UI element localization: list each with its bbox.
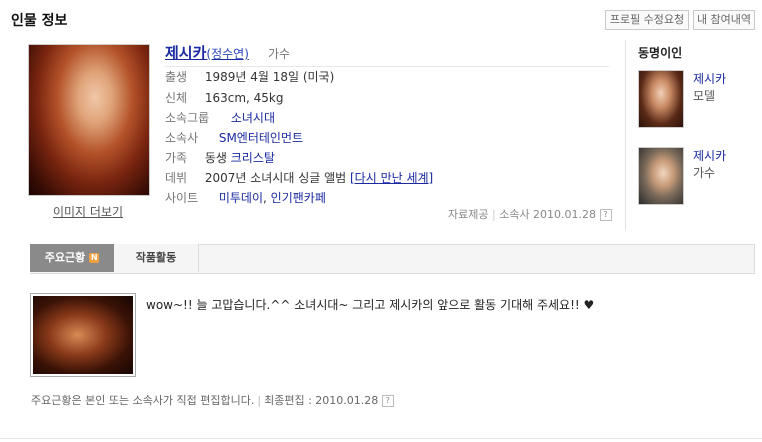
body-label: 신체: [165, 91, 188, 105]
person-name-link[interactable]: 제시카(정수연): [165, 42, 249, 63]
help-icon[interactable]: ?: [599, 209, 612, 221]
tab-works[interactable]: 작품활동: [114, 244, 199, 272]
debut-label: 데뷔: [165, 171, 188, 185]
real-name: (정수연): [206, 47, 249, 61]
edit-request-button[interactable]: 프로필 수정요청: [605, 10, 689, 30]
family-row: 가족 동생 크리스탈: [165, 149, 275, 167]
birth-label: 출생: [165, 70, 188, 84]
body-row: 신체 163cm, 45kg: [165, 89, 283, 107]
birth-value: 1989년 4월 18일 (미국): [204, 70, 335, 84]
same-name-item-1: 제시카 모델: [693, 70, 726, 104]
profile-photo[interactable]: [28, 44, 150, 196]
news-text: wow~!! 늘 고맙습니다.^^ 소녀시대~ 그리고 제시카의 앞으로 활동 …: [146, 298, 595, 312]
site-label: 사이트: [165, 191, 199, 205]
agency-label: 소속사: [165, 131, 199, 145]
footer-help-icon[interactable]: ?: [381, 395, 394, 407]
data-source: 자료제공 | 소속사 2010.01.28 ?: [448, 206, 612, 222]
debut-row: 데뷔 2007년 소녀시대 싱글 앨범 [다시 만난 세계]: [165, 169, 433, 187]
same-name-item-2: 제시카 가수: [693, 147, 726, 181]
debut-album-link[interactable]: [다시 만난 세계]: [350, 171, 433, 185]
same-name-thumb-1[interactable]: [638, 70, 684, 128]
last-edit: 최종편집 : 2010.01.28: [264, 394, 379, 407]
footer-note: 주요근황은 본인 또는 소속사가 직접 편집합니다. | 최종편집 : 2010.0…: [31, 392, 394, 408]
site-row: 사이트 미투데이, 인기팬카페: [165, 189, 326, 207]
person-job: 가수: [268, 47, 291, 61]
same-name-link-1[interactable]: 제시카: [693, 70, 726, 87]
birth-row: 출생 1989년 4월 18일 (미국): [165, 68, 334, 86]
site-link-me2day[interactable]: 미투데이: [219, 191, 263, 205]
family-prefix: 동생: [204, 151, 227, 165]
same-name-job-2: 가수: [693, 166, 716, 180]
agency-row: 소속사 SM엔터테인먼트: [165, 129, 303, 147]
same-name-job-1: 모델: [693, 89, 716, 103]
same-name-thumb-2[interactable]: [638, 147, 684, 205]
group-link[interactable]: 소녀시대: [231, 111, 275, 125]
tab-main-news[interactable]: 주요근황 N: [30, 244, 114, 272]
body-value: 163cm, 45kg: [204, 91, 284, 105]
family-label: 가족: [165, 151, 188, 165]
agency-link[interactable]: SM엔터테인먼트: [219, 131, 303, 145]
same-name-title: 동명이인: [638, 46, 683, 60]
group-row: 소속그룹 소녀시대: [165, 109, 275, 127]
debut-prefix: 2007년 소녀시대 싱글 앨범: [204, 171, 347, 185]
my-history-button[interactable]: 내 참여내역: [693, 10, 755, 30]
site-separator: ,: [263, 191, 267, 205]
more-images-link[interactable]: 이미지 더보기: [28, 203, 148, 220]
footer-separator: |: [257, 394, 262, 407]
site-link-fancafe[interactable]: 인기팬카페: [271, 191, 326, 205]
bottom-divider: [0, 438, 762, 439]
source-by: 소속사 2010.01.28: [499, 208, 597, 221]
page-title: 인물 정보: [11, 13, 68, 29]
family-link[interactable]: 크리스탈: [231, 151, 275, 165]
group-label: 소속그룹: [165, 111, 210, 125]
footer-note-text: 주요근황은 본인 또는 소속사가 직접 편집합니다.: [31, 394, 255, 407]
profile-divider: [165, 66, 609, 67]
same-name-link-2[interactable]: 제시카: [693, 147, 726, 164]
column-divider: [625, 40, 626, 230]
source-label: 자료제공: [448, 208, 489, 221]
person-name[interactable]: 제시카: [165, 44, 206, 62]
tab-main-news-label: 주요근황: [44, 251, 86, 264]
news-photo[interactable]: [30, 293, 136, 377]
new-badge-icon: N: [89, 253, 100, 263]
